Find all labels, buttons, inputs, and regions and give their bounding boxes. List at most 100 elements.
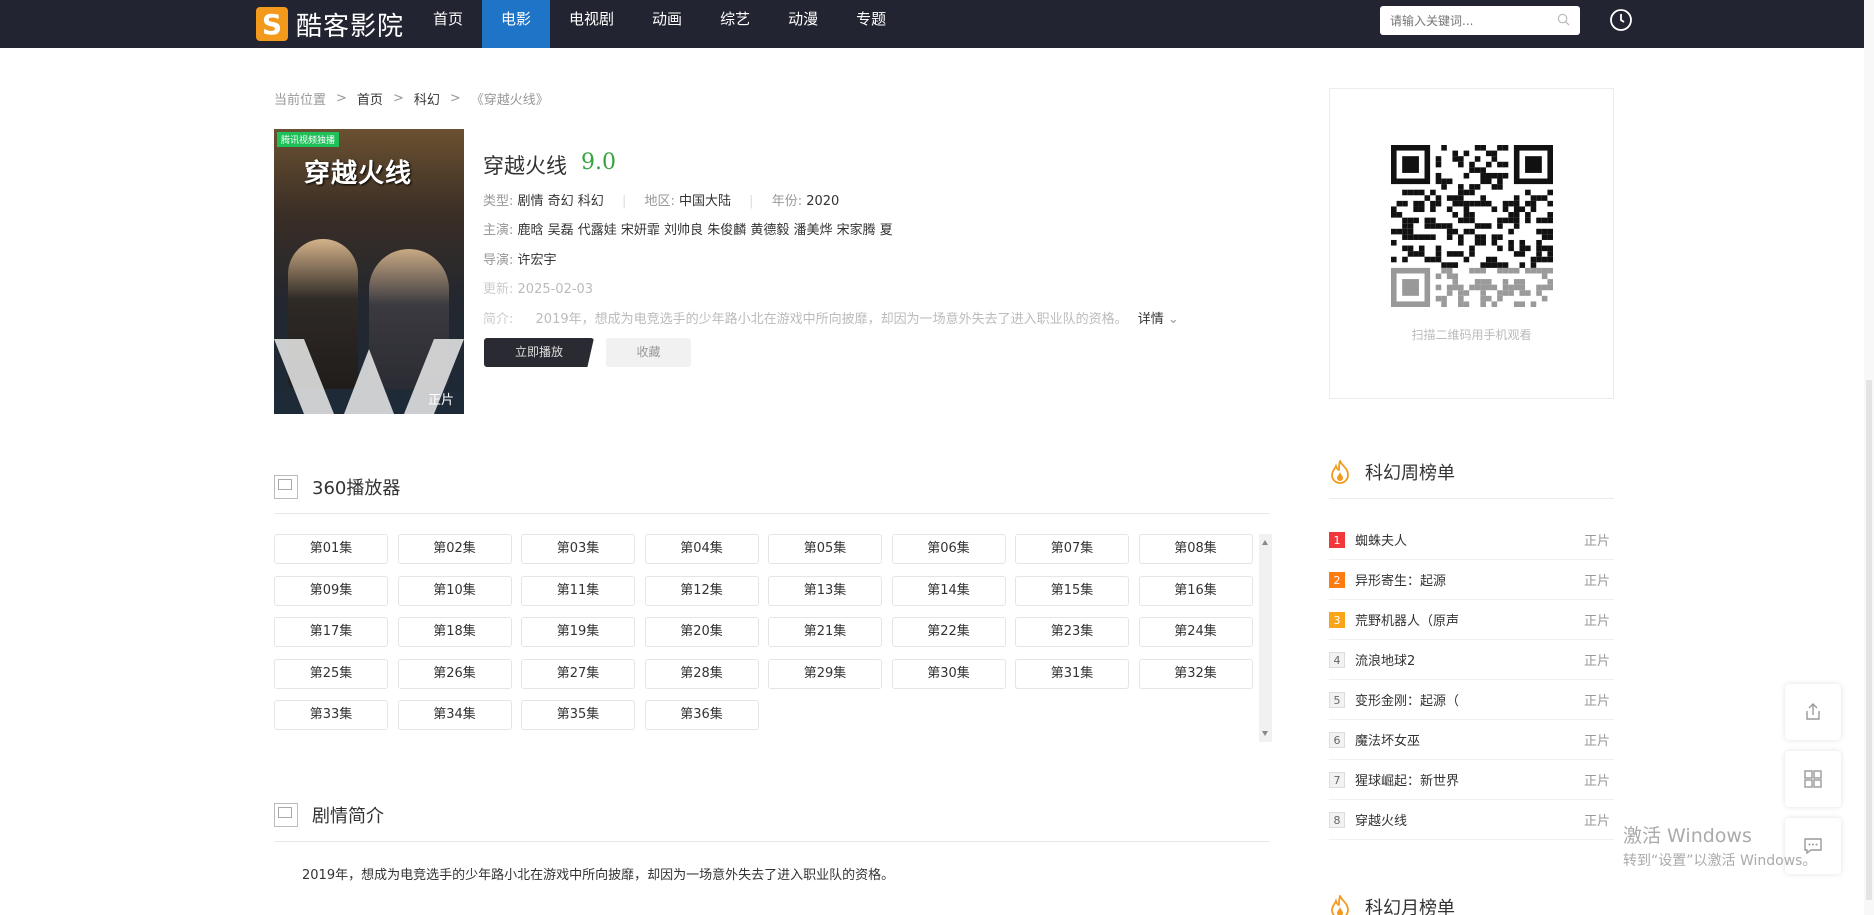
episode-button[interactable]: 第17集 <box>274 617 388 647</box>
rank-number: 2 <box>1329 571 1345 588</box>
episode-button[interactable]: 第14集 <box>891 575 1006 606</box>
cast-value[interactable]: 鹿晗 吴磊 代露娃 宋妍霏 刘帅良 朱俊麟 黄德毅 潘美烨 宋家腾 夏 <box>518 223 893 238</box>
rank-row[interactable]: 3 荒野机器人（原声 正片 <box>1329 600 1614 640</box>
scroll-up-icon[interactable] <box>1262 540 1268 545</box>
plot-title: 剧情简介 <box>312 806 384 827</box>
episode-button[interactable]: 第13集 <box>768 575 882 606</box>
nav-movie[interactable]: 电影 <box>482 0 551 48</box>
chevron-right-icon: > <box>336 91 347 106</box>
director-label: 导演: <box>483 253 514 268</box>
episode-button[interactable]: 第06集 <box>891 534 1006 564</box>
search-input[interactable] <box>1380 6 1540 35</box>
rank-row[interactable]: 2 异形寄生：起源 正片 <box>1329 560 1614 600</box>
type-value[interactable]: 剧情 奇幻 科幻 <box>518 194 604 209</box>
episode-button[interactable]: 第30集 <box>891 658 1006 689</box>
episode-button[interactable]: 第31集 <box>1015 658 1129 689</box>
rank-status-tag: 正片 <box>1583 574 1610 589</box>
rank-row[interactable]: 1 蜘蛛夫人 正片 <box>1329 520 1614 560</box>
rank-row[interactable]: 7 猩球崛起：新世界 正片 <box>1329 760 1614 800</box>
nav-tv[interactable]: 电视剧 <box>550 0 633 48</box>
rank-number: 5 <box>1329 691 1345 708</box>
episode-button[interactable]: 第07集 <box>1015 534 1129 564</box>
episode-button[interactable]: 第12集 <box>644 575 759 606</box>
favorite-button[interactable]: 收藏 <box>606 338 691 367</box>
share-button[interactable] <box>1785 684 1841 740</box>
episode-button[interactable]: 第33集 <box>274 700 388 730</box>
episode-button[interactable]: 第23集 <box>1015 617 1129 647</box>
episode-button[interactable]: 第08集 <box>1138 534 1253 564</box>
intro-label: 简介: <box>483 312 514 327</box>
top-navbar: 酷客影院 首页 电影 电视剧 动画 综艺 动漫 专题 <box>0 0 1874 48</box>
scroll-down-icon[interactable] <box>1262 731 1268 736</box>
qr-code-panel: 扫描二维码用手机观看 <box>1329 88 1614 399</box>
detail-link[interactable]: 详情 <box>1138 312 1164 327</box>
scrollbar-thumb[interactable] <box>1866 380 1872 900</box>
rank-row[interactable]: 4 流浪地球2 正片 <box>1329 640 1614 680</box>
rank-row[interactable]: 8 穿越火线 正片 <box>1329 800 1614 840</box>
episode-button[interactable]: 第29集 <box>768 658 882 689</box>
qr-code-icon <box>1804 770 1822 788</box>
rank-title-link[interactable]: 魔法坏女巫 <box>1355 730 1584 749</box>
history-clock-icon[interactable] <box>1609 8 1633 32</box>
rank-number: 3 <box>1329 611 1345 628</box>
episode-button[interactable]: 第16集 <box>1138 575 1253 606</box>
episode-button[interactable]: 第03集 <box>521 534 635 564</box>
movie-score: 9.0 <box>581 150 616 175</box>
rank-row[interactable]: 5 变形金刚：起源（ 正片 <box>1329 680 1614 720</box>
rank-number: 8 <box>1329 811 1345 828</box>
episode-scrollbar[interactable] <box>1259 534 1272 742</box>
episode-button[interactable]: 第21集 <box>768 617 882 647</box>
episode-button[interactable]: 第36集 <box>644 700 759 730</box>
episode-button[interactable]: 第10集 <box>397 575 512 606</box>
episode-button[interactable]: 第35集 <box>521 700 635 730</box>
episode-button[interactable]: 第09集 <box>274 575 388 606</box>
site-logo[interactable]: 酷客影院 <box>256 0 404 48</box>
episode-button[interactable]: 第01集 <box>274 534 388 564</box>
play-now-button[interactable]: 立即播放 <box>484 338 594 367</box>
nav-anime[interactable]: 动漫 <box>769 0 837 48</box>
nav-home[interactable]: 首页 <box>414 0 482 48</box>
rank-title-link[interactable]: 猩球崛起：新世界 <box>1355 770 1584 789</box>
chevron-down-icon[interactable]: ⌄ <box>1168 312 1179 327</box>
breadcrumb-category[interactable]: 科幻 <box>414 89 440 108</box>
episode-button[interactable]: 第20集 <box>644 617 759 647</box>
nav-animation[interactable]: 动画 <box>633 0 701 48</box>
rank-title-link[interactable]: 蜘蛛夫人 <box>1355 530 1584 549</box>
episode-button[interactable]: 第32集 <box>1138 658 1253 689</box>
divider: | <box>749 194 754 209</box>
episode-button[interactable]: 第22集 <box>891 617 1006 647</box>
search-box <box>1380 6 1580 35</box>
episode-button[interactable]: 第15集 <box>1015 575 1129 606</box>
rank-title-link[interactable]: 变形金刚：起源（ <box>1355 690 1584 709</box>
episode-button[interactable]: 第26集 <box>397 658 512 689</box>
director-value[interactable]: 许宏宇 <box>518 253 557 268</box>
episode-button[interactable]: 第11集 <box>521 575 635 606</box>
rank-title-link[interactable]: 穿越火线 <box>1355 810 1584 829</box>
movie-poster[interactable]: 腾讯视频独播 穿越火线 正片 <box>274 129 464 414</box>
episode-button[interactable]: 第27集 <box>521 658 635 689</box>
nav-topic[interactable]: 专题 <box>837 0 905 48</box>
page-scrollbar[interactable] <box>1864 0 1874 915</box>
monthly-rank-title: 科幻月榜单 <box>1365 898 1455 915</box>
nav-variety[interactable]: 综艺 <box>701 0 769 48</box>
rank-title-link[interactable]: 异形寄生：起源 <box>1355 570 1584 589</box>
qr-code-button[interactable] <box>1785 751 1841 807</box>
rank-title-link[interactable]: 荒野机器人（原声 <box>1355 610 1584 629</box>
windows-activation-watermark: 激活 Windows 转到“设置”以激活 Windows。 <box>1623 821 1816 870</box>
episode-button[interactable]: 第28集 <box>644 658 759 689</box>
episode-button[interactable]: 第34集 <box>397 700 512 730</box>
episode-button[interactable]: 第24集 <box>1138 617 1253 647</box>
year-value[interactable]: 2020 <box>806 194 839 209</box>
episode-button[interactable]: 第18集 <box>397 617 512 647</box>
episode-button[interactable]: 第25集 <box>274 658 388 689</box>
episode-button[interactable]: 第05集 <box>768 534 882 564</box>
region-value[interactable]: 中国大陆 <box>679 194 731 209</box>
episode-button[interactable]: 第04集 <box>644 534 759 564</box>
rank-title-link[interactable]: 流浪地球2 <box>1355 650 1584 669</box>
search-icon[interactable] <box>1557 13 1570 26</box>
episode-button[interactable]: 第02集 <box>397 534 512 564</box>
breadcrumb-home[interactable]: 首页 <box>357 89 383 108</box>
rank-row[interactable]: 6 魔法坏女巫 正片 <box>1329 720 1614 760</box>
episode-button[interactable]: 第19集 <box>521 617 635 647</box>
update-label: 更新: <box>483 282 514 297</box>
